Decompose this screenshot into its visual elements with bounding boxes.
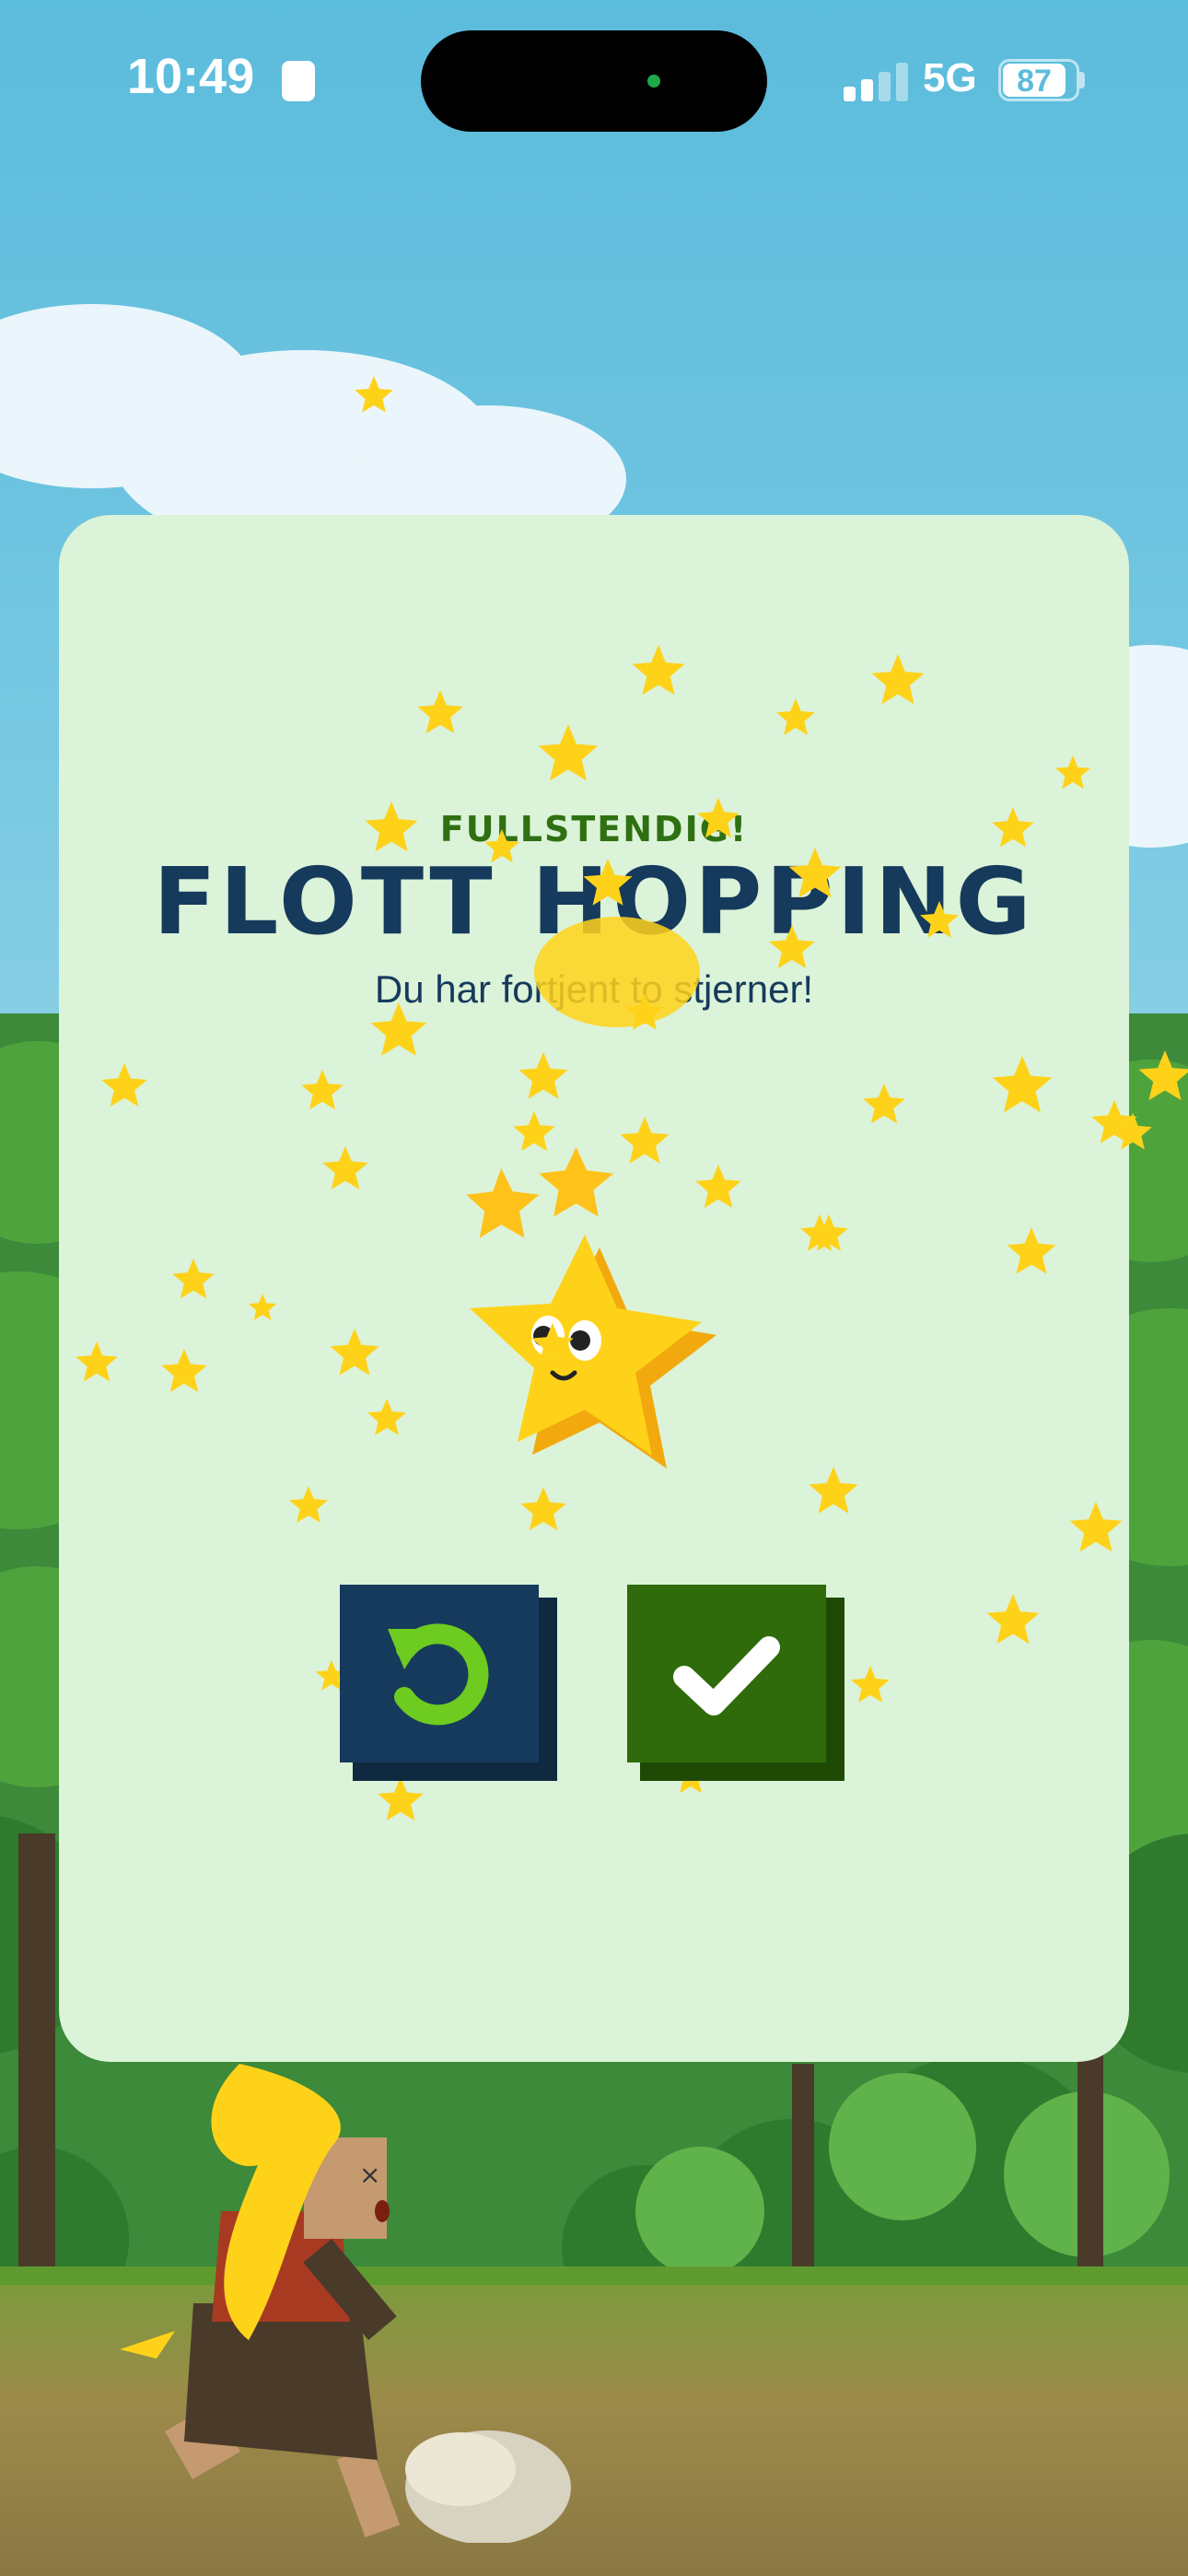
sparkle-star-icon [370,1002,427,1056]
sparkle-star-icon [695,1165,741,1208]
sparkle-star-icon [863,1083,905,1124]
sparkle-star-icon [484,829,519,863]
sparkle-star-icon [986,1594,1040,1645]
sparkle-star-icon [776,698,815,735]
sparkle-star-icon [378,1777,424,1821]
sparkle-star-icon [513,1111,555,1152]
sparkle-star-icon [583,859,633,906]
sparkle-star-icon [289,1486,328,1523]
sparkle-star-icon [620,1117,670,1164]
sparkle-star-icon [538,724,599,781]
sparkle-star-icon [520,1487,566,1530]
sparkle-star-icon [518,1052,568,1099]
sparkle-star-icon [330,1329,379,1376]
retry-button[interactable] [340,1585,557,1781]
sparkle-star-icon [992,807,1034,848]
retry-button-shadow [539,1598,557,1775]
sparkle-star-icon [76,1341,118,1382]
sparkle-star-icon [920,901,959,938]
confirm-button-shadow [640,1762,844,1781]
svg-text:×: × [359,2160,380,2190]
sparkle-star-icon [769,925,815,968]
sparkle-star-icon [1138,1050,1188,1101]
sparkle-star-icon [992,1056,1053,1113]
sparkle-star-icon [101,1063,147,1107]
sparkle-star-icon [788,848,842,898]
sparkle-star-icon [531,1323,574,1364]
sparkle-star-icon [301,1070,344,1110]
sparkle-star-icon [367,1399,406,1435]
sparkle-star-icon [248,1294,277,1320]
sparkle-star-icon [355,376,393,413]
sparkle-star-icon [851,1666,890,1703]
retry-button-face[interactable] [340,1585,539,1762]
sparkle-star-icon [365,802,418,852]
sparkle-star-icon [161,1349,207,1392]
sparkle-star-icon [1055,755,1090,790]
sparkle-star-icon [1069,1502,1123,1552]
sparkle-star-icon [809,1467,858,1514]
sparkle-star-icon [1007,1227,1056,1274]
confirm-button[interactable] [627,1585,844,1781]
sparkle-star-icon [632,645,685,696]
sparkle-star-icon [871,654,925,705]
retry-button-shadow [353,1762,557,1781]
sparkle-star-icon [697,798,740,838]
retry-arrow-icon [388,1623,489,1726]
checkmark-icon [673,1636,780,1715]
sparkle-star-icon [322,1146,368,1189]
sparkle-star-icon [172,1259,215,1299]
confirm-button-shadow [826,1598,844,1775]
sparkle-star-icon [417,690,463,733]
runner-character: × [120,2064,571,2543]
sparkle-burst [534,917,700,1027]
confirm-button-face[interactable] [627,1585,826,1762]
